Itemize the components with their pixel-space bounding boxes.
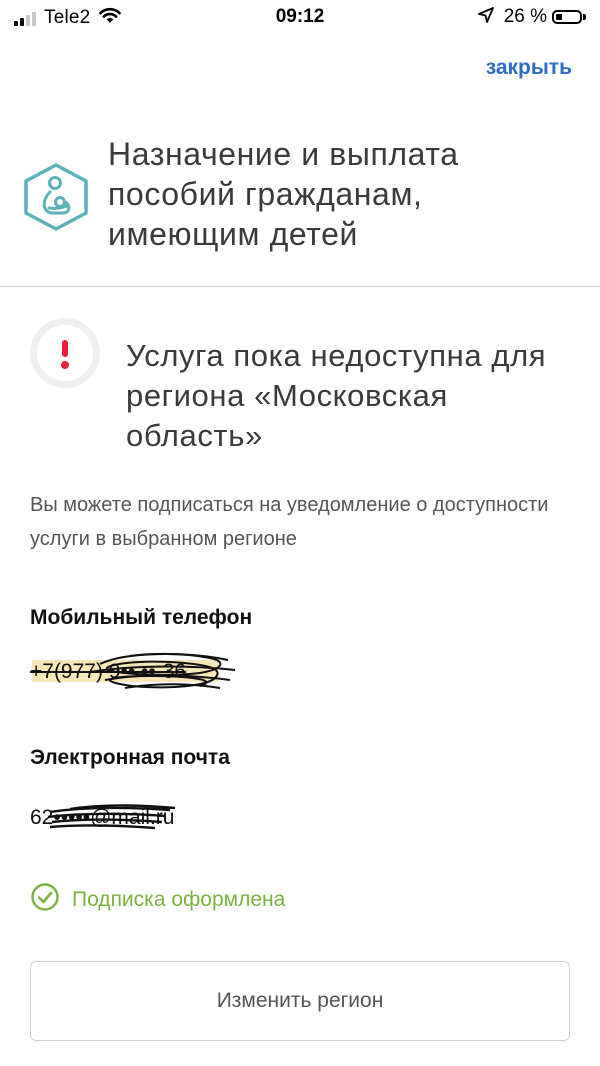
status-bar: Tele2 09:12 26 % (0, 0, 600, 36)
email-value: 62•••••@mail.ru (30, 804, 270, 834)
header-divider (0, 286, 600, 287)
redaction-scribble (89, 652, 236, 689)
phone-value: +7(977) 9•• ••-36 (30, 650, 270, 694)
service-title: Назначение и выплата пособий гражданам, … (108, 136, 459, 252)
mother-child-icon (19, 162, 93, 237)
change-region-button[interactable]: Изменить регион (30, 961, 570, 1041)
subscription-status: Подписка оформлена (30, 882, 285, 917)
exclamation-icon (30, 318, 100, 388)
check-circle-icon (30, 882, 60, 917)
close-button[interactable]: закрыть (486, 56, 572, 80)
battery-percent: 26 % (503, 6, 547, 27)
subscribe-hint: Вы можете подписаться на уведомление о д… (30, 494, 549, 550)
subscription-status-label: Подписка оформлена (72, 887, 286, 911)
battery-level-fill (556, 14, 562, 20)
redaction-scribble (47, 804, 176, 830)
battery-icon (552, 10, 582, 24)
phone-label: Мобильный телефон (30, 606, 253, 629)
battery-cap (583, 14, 586, 20)
location-arrow-icon (477, 6, 494, 28)
status-bar-right: 26 % (477, 6, 586, 28)
unavailable-title: Услуга пока недоступна для региона «Моск… (126, 338, 547, 453)
email-label: Электронная почта (30, 746, 230, 769)
